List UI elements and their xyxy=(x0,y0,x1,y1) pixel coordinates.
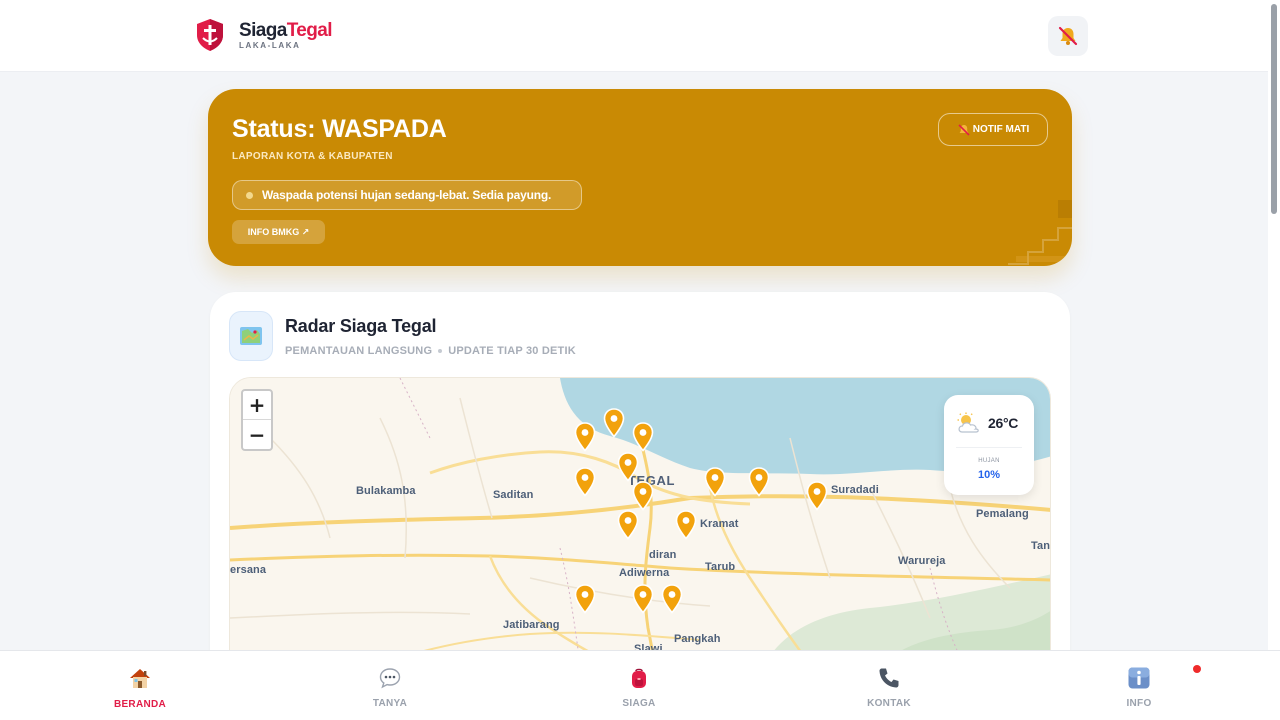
radar-update-label: UPDATE TIAP 30 DETIK xyxy=(448,345,576,357)
nav-label-info: INFO xyxy=(1126,698,1152,709)
chat-icon xyxy=(379,668,401,689)
map-label-tan: Tan xyxy=(1031,540,1051,552)
radar-live-label: PEMANTAUAN LANGSUNG xyxy=(285,345,433,357)
map-pin-icon[interactable] xyxy=(617,510,639,540)
info-icon xyxy=(1128,667,1150,689)
map-label-adiwerna: Adiwerna xyxy=(619,567,670,579)
map-label-warureja: Warureja xyxy=(898,555,946,567)
map-pin-icon[interactable] xyxy=(675,510,697,540)
map-label-pangkah: Pangkah xyxy=(674,633,721,645)
map-pin-icon[interactable] xyxy=(748,467,770,497)
map-label-suradadi: Suradadi xyxy=(831,484,879,496)
map-pin-icon[interactable] xyxy=(632,422,654,452)
nav-item-info[interactable]: INFO xyxy=(1079,666,1199,709)
weather-temperature: 26°C xyxy=(988,415,1019,431)
weather-divider xyxy=(956,447,1022,448)
map-pin-icon[interactable] xyxy=(632,584,654,614)
zoom-in-button[interactable]: + xyxy=(243,391,271,420)
page-scrollbar[interactable] xyxy=(1268,0,1280,720)
status-subtitle: LAPORAN KOTA & KABUPATEN xyxy=(232,151,393,162)
brand-subtitle: LAKA-LAKA xyxy=(239,41,301,50)
shield-icon xyxy=(197,19,223,51)
bell-muted-icon xyxy=(958,123,970,136)
map-pin-icon[interactable] xyxy=(806,481,828,511)
phone-icon xyxy=(879,668,899,688)
map-pin-icon[interactable] xyxy=(661,584,683,614)
info-notification-dot xyxy=(1193,665,1201,673)
map-label-diran: diran xyxy=(649,549,677,561)
weather-alert: Waspada potensi hujan sedang-lebat. Sedi… xyxy=(232,180,582,210)
radar-title: Radar Siaga Tegal xyxy=(285,316,437,336)
radar-map[interactable]: Bulakamba Saditan TEGAL Suradadi Pemalan… xyxy=(229,377,1051,677)
radar-subtitle: PEMANTAUAN LANGSUNG UPDATE TIAP 30 DETIK xyxy=(285,345,576,357)
status-title: Status: WASPADA xyxy=(232,115,447,143)
map-pin-icon[interactable] xyxy=(574,467,596,497)
map-label-bulakamba: Bulakamba xyxy=(356,485,416,497)
map-pin-icon[interactable] xyxy=(574,584,596,614)
map-label-saditan: Saditan xyxy=(493,489,534,501)
nav-label-siaga: SIAGA xyxy=(622,698,656,709)
bottom-navigation: BERANDA TANYA SIAGA KONTAK INFO xyxy=(0,650,1280,720)
rain-label: HUJAN xyxy=(978,458,1000,464)
radar-card: Radar Siaga Tegal PEMANTAUAN LANGSUNG UP… xyxy=(210,292,1070,712)
status-card: Status: WASPADA LAPORAN KOTA & KABUPATEN… xyxy=(208,89,1072,266)
brand-logo[interactable]: SiagaTegal LAKA-LAKA xyxy=(196,18,333,52)
stairs-illustration-icon xyxy=(1008,200,1072,265)
zoom-control: + − xyxy=(241,389,273,451)
partly-cloudy-icon xyxy=(957,412,979,433)
nav-label-tanya: TANYA xyxy=(372,698,408,709)
notification-toggle-button[interactable] xyxy=(1048,16,1088,56)
backpack-icon xyxy=(632,668,646,688)
info-bmkg-button[interactable]: INFO BMKG ↗ xyxy=(232,220,325,244)
map-label-pemalang: Pemalang xyxy=(976,508,1029,520)
notif-off-label: NOTIF MATI xyxy=(972,124,1030,135)
map-label-tarub: Tarub xyxy=(705,561,736,573)
map-pin-icon[interactable] xyxy=(617,452,639,482)
map-pin-icon[interactable] xyxy=(603,408,625,438)
map-pin-icon[interactable] xyxy=(704,467,726,497)
map-label-ersana: ersana xyxy=(230,564,267,576)
nav-item-tanya[interactable]: TANYA xyxy=(330,666,450,709)
brand-name: SiagaTegal xyxy=(239,20,333,41)
map-label-kramat: Kramat xyxy=(700,518,739,530)
zoom-out-button[interactable]: − xyxy=(243,420,271,449)
nav-item-beranda[interactable]: BERANDA xyxy=(80,666,200,710)
alert-text: Waspada potensi hujan sedang-lebat. Sedi… xyxy=(262,188,552,202)
weather-widget: 26°C HUJAN 10% xyxy=(944,395,1034,495)
map-pin-icon[interactable] xyxy=(632,481,654,511)
home-icon xyxy=(130,669,150,688)
map-label-jatibarang: Jatibarang xyxy=(503,619,560,631)
notif-off-button[interactable]: NOTIF MATI xyxy=(938,113,1048,146)
nav-item-kontak[interactable]: KONTAK xyxy=(829,666,949,709)
nav-label-beranda: BERANDA xyxy=(113,699,167,710)
top-bar: SiagaTegal LAKA-LAKA xyxy=(0,0,1268,72)
map-pin-icon[interactable] xyxy=(574,422,596,452)
scrollbar-thumb[interactable] xyxy=(1271,4,1277,214)
rain-value: 10% xyxy=(977,469,1001,481)
bell-muted-icon xyxy=(1058,26,1078,46)
nav-label-kontak: KONTAK xyxy=(867,698,911,709)
alert-dot-icon xyxy=(246,191,253,199)
map-icon xyxy=(229,311,273,361)
separator-dot xyxy=(438,349,443,353)
nav-item-siaga[interactable]: SIAGA xyxy=(579,666,699,709)
